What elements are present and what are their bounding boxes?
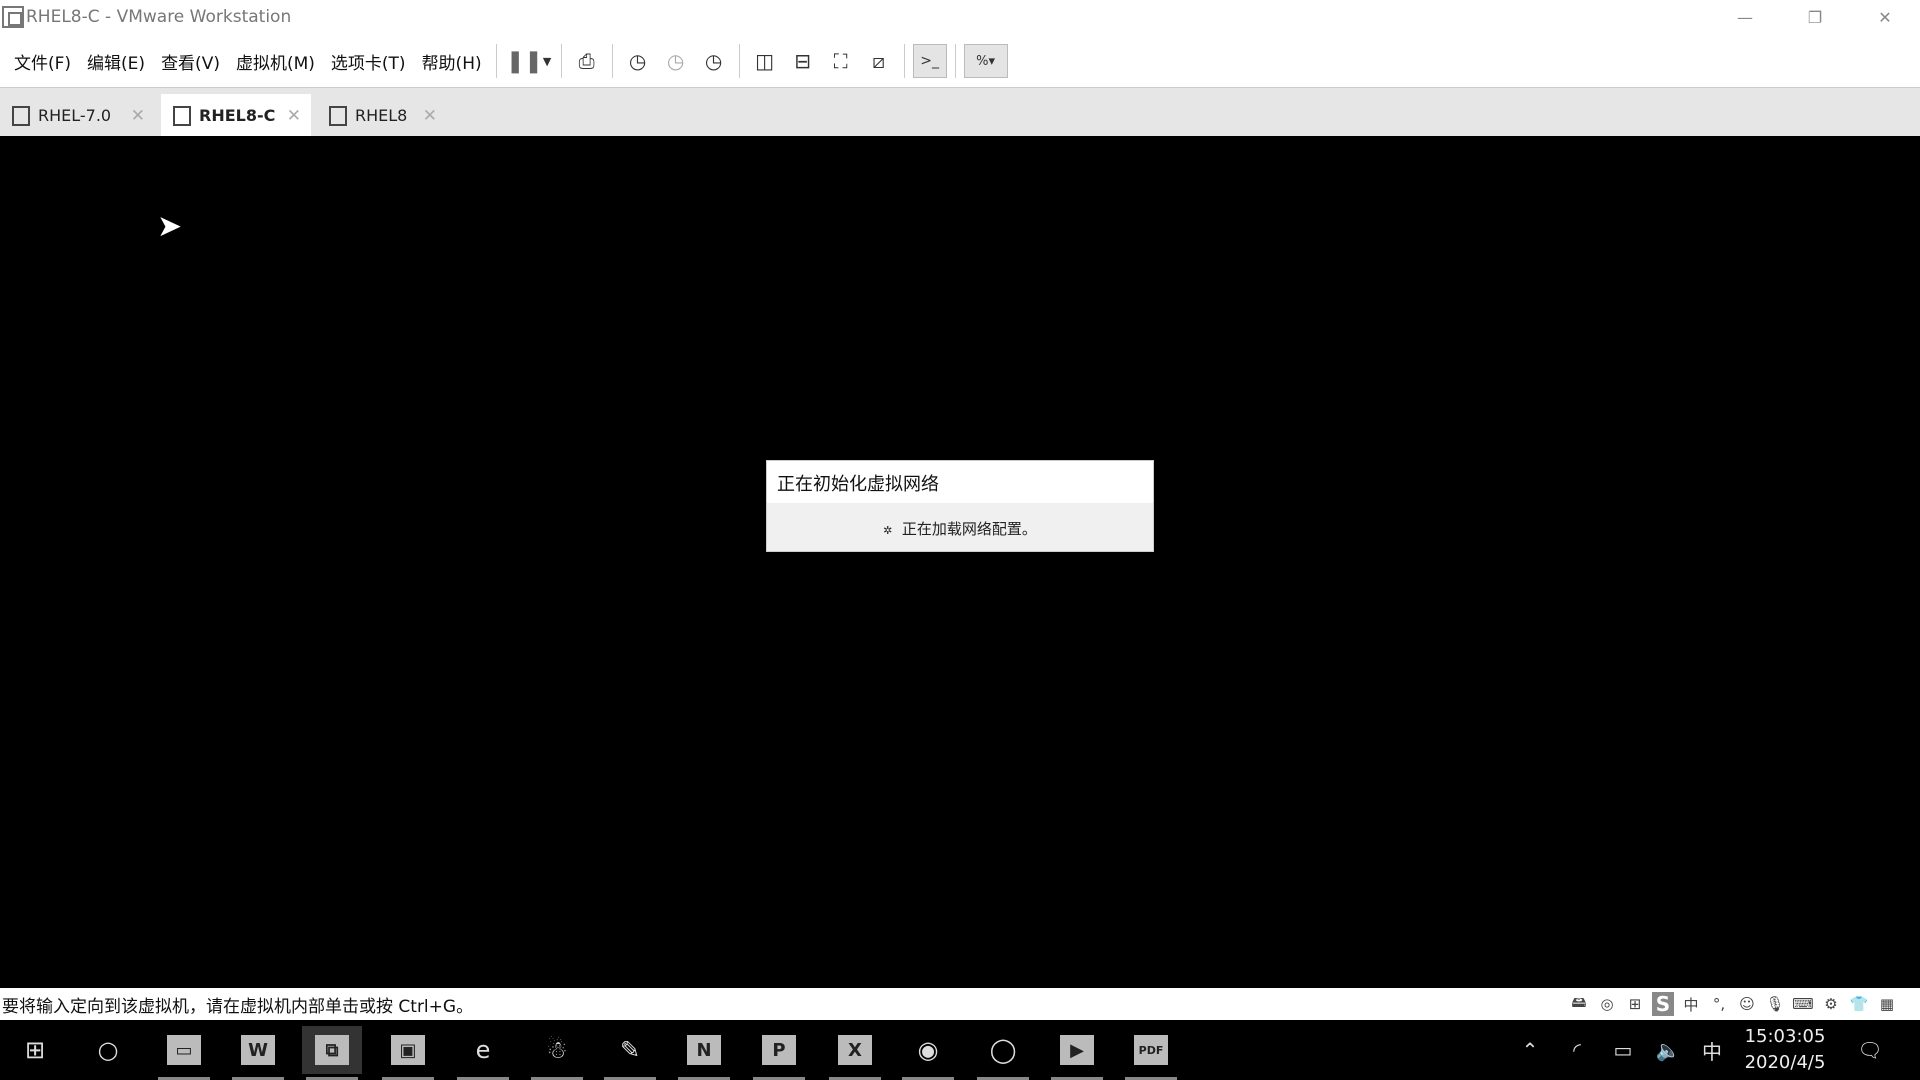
hard-disk-icon[interactable]: 🖴 (1568, 992, 1590, 1016)
window-title: RHEL8-C - VMware Workstation (26, 7, 292, 27)
status-message: 要将输入定向到该虚拟机，请在虚拟机内部单击或按 Ctrl+G。 (2, 996, 474, 1017)
xshell-icon[interactable]: X (825, 1026, 885, 1080)
divider (495, 44, 497, 78)
dialog-title: 正在初始化虚拟网络 (767, 461, 1153, 503)
unity-icon[interactable]: ⧄ (862, 44, 896, 78)
tab-label: RHEL8-C (199, 106, 276, 125)
onenote-icon[interactable]: N (674, 1026, 734, 1080)
library-view-icon[interactable]: ◫ (748, 44, 782, 78)
mouse-cursor-icon: ➤ (157, 209, 183, 244)
status-bar: 要将输入定向到该虚拟机，请在虚拟机内部单击或按 Ctrl+G。 🖴 ◎ ⊞ S … (0, 988, 1920, 1020)
vm-icon (12, 105, 30, 126)
close-tab-icon[interactable]: ✕ (131, 106, 145, 126)
qq-icon[interactable]: ☃ (527, 1026, 587, 1080)
close-tab-icon[interactable]: ✕ (423, 106, 437, 126)
close-button[interactable]: ✕ (1850, 0, 1920, 34)
clock[interactable]: 15:03:05 2020/4/5 (1740, 1024, 1830, 1076)
pdf-icon[interactable]: PDF (1121, 1026, 1181, 1080)
divider (954, 44, 956, 78)
vm-running-icon (329, 105, 347, 126)
send-ctrl-alt-del-icon[interactable]: ⎙ (570, 44, 604, 78)
menu-view[interactable]: 查看(V) (161, 49, 220, 74)
keyboard-icon[interactable]: ⌨ (1792, 992, 1814, 1016)
pause-icon[interactable]: ❚❚ ▼ (505, 44, 553, 78)
tab-label: RHEL8 (355, 106, 408, 125)
vm-console[interactable]: 正在初始化虚拟网络 ✲ 正在加载网络配置。 ➤ (0, 136, 1920, 988)
menu-tabs[interactable]: 选项卡(T) (331, 49, 406, 74)
screenshot-icon[interactable]: ▣ (378, 1026, 438, 1080)
microphone-icon[interactable]: 🎙 (1764, 992, 1786, 1016)
chinese-input-icon[interactable]: 中 (1680, 992, 1702, 1016)
menu-vm[interactable]: 虚拟机(M) (236, 49, 315, 74)
dialog-message: 正在加载网络配置。 (901, 520, 1037, 538)
console-view-icon[interactable]: >_ (912, 44, 947, 78)
vmware-icon[interactable]: ⧉ (302, 1026, 362, 1080)
vm-running-icon (173, 105, 191, 126)
tab-rhel8-c[interactable]: RHEL8-C ✕ (161, 94, 311, 137)
taskbar: ⊞ ○ ▭ W ⧉ ▣ e ☃ ✎ N P X ◉ ◯ ▶ PDF ⌃ ◜ ▭ … (0, 1020, 1920, 1080)
full-screen-icon[interactable]: ⛶ (824, 44, 858, 78)
cortana-icon[interactable]: ○ (78, 1026, 138, 1074)
title-bar: RHEL8-C - VMware Workstation — ❐ ✕ (0, 0, 1920, 34)
skin-icon[interactable]: 👕 (1848, 992, 1870, 1016)
battery-icon[interactable]: ▭ (1603, 1020, 1643, 1080)
vmware-app-icon (2, 6, 24, 28)
divider (738, 44, 740, 78)
time: 15:03:05 (1744, 1026, 1826, 1047)
paint-icon[interactable]: ✎ (600, 1026, 660, 1080)
chrome-icon[interactable]: ◯ (973, 1026, 1033, 1080)
menu-toolbar: 文件(F) 编辑(E) 查看(V) 虚拟机(M) 选项卡(T) 帮助(H) ❚❚… (0, 36, 1920, 86)
show-hidden-icons[interactable]: ⌃ (1510, 1020, 1550, 1080)
menu-edit[interactable]: 编辑(E) (87, 49, 145, 74)
word-icon[interactable]: W (228, 1026, 288, 1080)
start-icon[interactable]: ⊞ (5, 1026, 65, 1074)
snapshot-manager-icon[interactable]: ◷ (697, 44, 731, 78)
network-icon[interactable]: ⊞ (1624, 992, 1646, 1016)
close-tab-icon[interactable]: ✕ (287, 106, 301, 126)
tab-label: RHEL-7.0 (38, 106, 112, 125)
tab-rhel-7-0[interactable]: RHEL-7.0 ✕ (0, 94, 155, 137)
firefox-icon[interactable]: ◉ (898, 1026, 958, 1080)
network-init-dialog: 正在初始化虚拟网络 ✲ 正在加载网络配置。 (766, 460, 1154, 552)
thumbnail-bar-icon[interactable]: ⊟ (786, 44, 820, 78)
cd-rom-icon[interactable]: ◎ (1596, 992, 1618, 1016)
menu-help[interactable]: 帮助(H) (422, 49, 482, 74)
tab-bar: RHEL-7.0 ✕ RHEL8-C ✕ RHEL8 ✕ (0, 87, 1920, 137)
sogou-icon[interactable]: S (1652, 992, 1674, 1016)
stretch-view-icon[interactable]: %▾ (963, 44, 1008, 78)
wifi-icon[interactable]: ◜ (1557, 1020, 1597, 1080)
ie-icon[interactable]: e (453, 1026, 513, 1080)
snapshot-icon[interactable]: ◷ (621, 44, 655, 78)
divider (560, 44, 562, 78)
menu-file[interactable]: 文件(F) (14, 49, 71, 74)
punctuation-icon[interactable]: °, (1708, 992, 1730, 1016)
tab-rhel8[interactable]: RHEL8 ✕ (317, 94, 447, 137)
ime-indicator[interactable]: 中 (1692, 1020, 1732, 1080)
emoji-icon[interactable]: ☺ (1736, 992, 1758, 1016)
notifications-icon[interactable]: 🗨 (1850, 1020, 1890, 1080)
settings-icon[interactable]: ⚙ (1820, 992, 1842, 1016)
volume-icon[interactable]: 🔈 (1648, 1020, 1688, 1080)
divider (903, 44, 905, 78)
toolbox-icon[interactable]: ▦ (1876, 992, 1898, 1016)
zoom-icon[interactable]: ▶ (1047, 1026, 1107, 1080)
minimize-button[interactable]: — (1710, 0, 1780, 34)
date: 2020/4/5 (1744, 1052, 1826, 1073)
revert-snapshot-icon[interactable]: ◷ (659, 44, 693, 78)
powerpoint-icon[interactable]: P (749, 1026, 809, 1080)
restore-button[interactable]: ❐ (1780, 0, 1850, 34)
spinner-icon: ✲ (883, 524, 893, 537)
file-explorer-icon[interactable]: ▭ (154, 1026, 214, 1080)
divider (611, 44, 613, 78)
